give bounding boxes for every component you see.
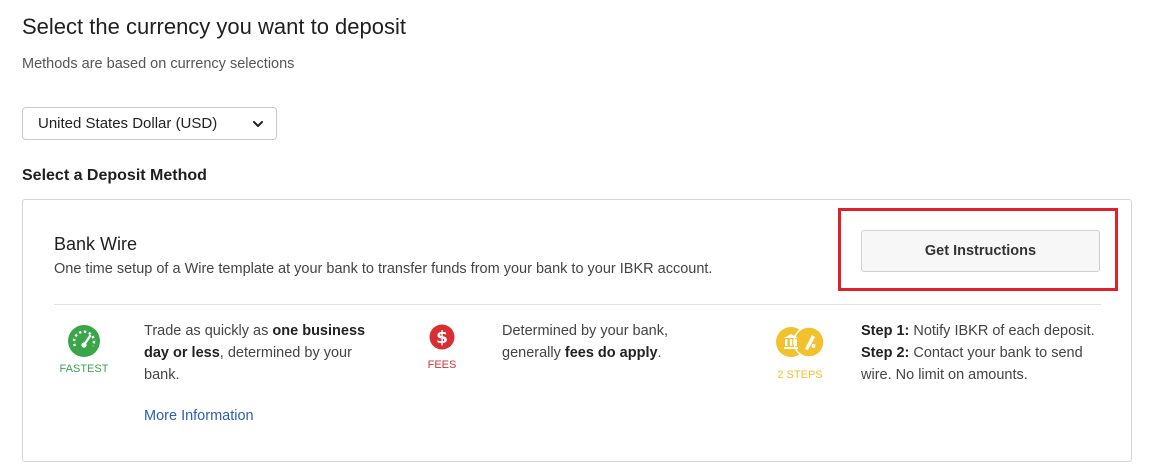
currency-select-value: United States Dollar (USD) — [38, 115, 218, 132]
divider — [54, 304, 1101, 305]
steps-tag: 2 STEPS — [777, 369, 823, 381]
section-title: Select a Deposit Method — [22, 167, 207, 184]
speedometer-icon — [68, 325, 100, 357]
fees-description: Determined by your bank, generally fees … — [502, 323, 669, 361]
currency-select[interactable]: United States Dollar (USD) — [22, 107, 277, 140]
steps-description: Step 1: Notify IBKR of each deposit. Ste… — [861, 323, 1095, 383]
page-subtitle: Methods are based on currency selections — [22, 56, 295, 72]
deposit-method-card: Bank Wire One time setup of a Wire templ… — [22, 199, 1132, 462]
speed-description: Trade as quickly as one business day or … — [144, 323, 366, 383]
two-steps-icon — [776, 326, 825, 358]
svg-text:$: $ — [436, 328, 448, 348]
page-title: Select the currency you want to deposit — [22, 14, 406, 39]
fees-tag: FEES — [427, 359, 457, 371]
fastest-tag: FASTEST — [59, 363, 109, 375]
more-information-link[interactable]: More Information — [144, 408, 254, 424]
get-instructions-button[interactable]: Get Instructions — [861, 230, 1100, 272]
dollar-icon: $ — [429, 324, 455, 350]
method-description: One time setup of a Wire template at you… — [54, 261, 713, 277]
chevron-down-icon — [253, 120, 263, 127]
method-title: Bank Wire — [54, 234, 138, 254]
